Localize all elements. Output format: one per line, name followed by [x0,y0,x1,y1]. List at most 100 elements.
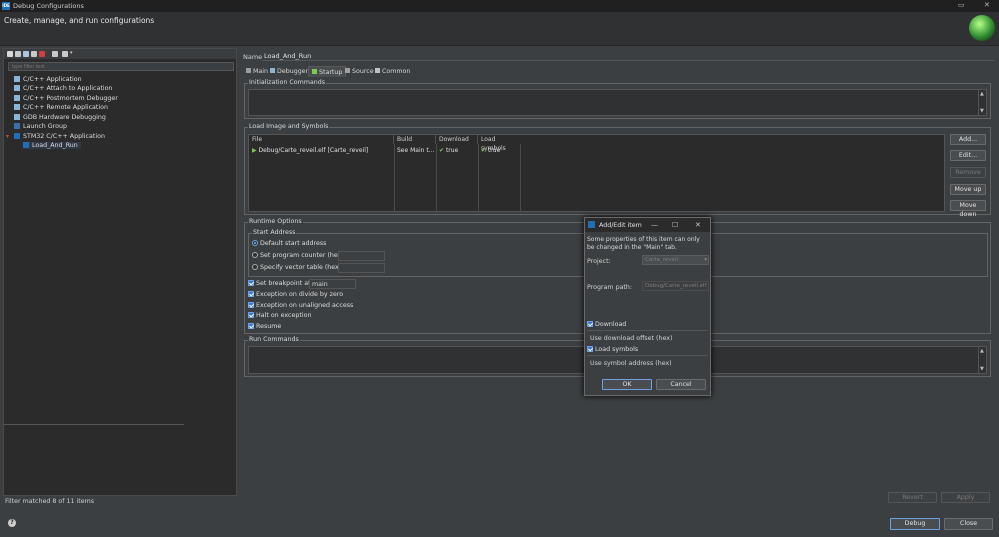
app-icon: IDE [2,2,10,10]
init-commands-textarea[interactable]: ▲ ▼ [248,89,987,116]
tree-item-gdb-hardware[interactable]: GDB Hardware Debugging [14,114,106,121]
stm32-launch-icon [23,142,29,148]
close-button[interactable]: Close [944,518,993,530]
tab-common[interactable]: Common [372,66,413,77]
name-input[interactable]: Load_And_Run [262,51,994,61]
load-symbols-checkbox[interactable]: Load symbols [587,346,638,353]
restore-icon[interactable]: ▭ [958,1,965,9]
export-icon[interactable] [23,51,29,57]
scroll-up-icon[interactable]: ▲ [980,348,984,354]
checkbox-checked-icon [248,302,254,308]
remove-button[interactable]: Remove [950,167,986,178]
checkbox-checked-icon [248,280,254,286]
apply-button[interactable]: Apply [941,492,990,503]
expand-arrow-icon[interactable]: ▾ [6,133,9,140]
radio-icon [252,252,258,258]
delete-icon[interactable] [39,51,45,57]
radio-icon [252,264,258,270]
startup-tab-icon [312,69,317,74]
edit-button[interactable]: Edit... [950,150,986,161]
col-build[interactable]: Build [394,135,436,144]
checkbox-label: Halt on exception [256,312,312,319]
new-config-icon[interactable] [7,51,13,57]
col-file[interactable]: File [249,135,394,144]
main-tab-icon [246,68,251,73]
program-path-label: Program path: [587,284,633,291]
program-counter-input[interactable] [338,251,385,261]
collapse-all-icon[interactable] [52,51,58,57]
runtime-options-label: Runtime Options [248,218,303,225]
row-file: ▶ Debug/Carte_reveil.elf [Carte_reveil] [249,146,394,155]
tree-toolbar: ▾ [4,49,236,59]
halt-exception-checkbox[interactable]: Halt on exception [248,312,311,319]
load-image-group: Load Image and Symbols File Build Downlo… [244,123,991,218]
exception-unaligned-checkbox[interactable]: Exception on unaligned access [248,302,353,309]
dialog-title: Add/Edit item [599,222,642,229]
download-checkbox[interactable]: Download [587,321,626,328]
tab-label: Source [352,68,374,75]
col-load-symbols[interactable]: Load symbols [478,135,520,152]
resume-checkbox[interactable]: Resume [248,323,281,330]
minimize-icon[interactable]: — [651,221,658,229]
radio-selected-icon [252,240,258,246]
tree-item-remote[interactable]: C/C++ Remote Application [14,104,108,111]
row-load-symbols: ✔ true [478,146,520,155]
help-icon[interactable]: ? [8,519,16,527]
tree-item-launch-group[interactable]: Launch Group [14,123,67,130]
vector-table-input[interactable] [338,263,385,273]
project-value: Carte_reveil [645,257,678,263]
source-tab-icon [345,68,350,73]
header-subtitle: Create, manage, and run configurations [4,16,155,25]
tree-item-label: C/C++ Remote Application [23,104,108,111]
cancel-button[interactable]: Cancel [656,379,706,390]
move-down-button[interactable]: Move down [950,200,986,218]
scroll-up-icon[interactable]: ▲ [980,91,984,97]
tab-label: Startup [319,69,343,76]
tree-item-attach[interactable]: C/C++ Attach to Application [14,85,112,92]
checkbox-label: Exception on unaligned access [256,302,354,309]
duplicate-icon[interactable] [31,51,37,57]
radio-vector-table[interactable]: Specify vector table (hex): [252,264,343,271]
init-commands-scrollbar[interactable]: ▲ ▼ [978,90,986,115]
new-prototype-icon[interactable] [15,51,21,57]
col-divider [520,144,521,212]
col-download[interactable]: Download [436,135,478,144]
dialog-close-icon[interactable]: ✕ [695,221,701,229]
project-field: Carte_reveil ▾ [642,255,709,265]
radio-default-start[interactable]: Default start address [252,240,326,247]
filter-icon[interactable] [62,51,68,57]
run-arrow-icon: ▶ [252,147,257,154]
set-breakpoint-checkbox[interactable]: Set breakpoint at: [248,280,313,287]
tree-item-load-and-run[interactable]: Load_And_Run [23,142,81,149]
tree-item-label: Launch Group [23,123,67,130]
view-menu-icon[interactable]: ▾ [70,50,74,56]
ok-button[interactable]: OK [602,379,652,390]
tab-startup[interactable]: Startup [308,66,347,77]
close-window-icon[interactable]: ✕ [984,1,990,9]
tree-item-stm32[interactable]: ▾ STM32 C/C++ Application [6,133,105,140]
stm32-config-icon [14,133,20,139]
scroll-down-icon[interactable]: ▼ [980,366,984,372]
move-up-button[interactable]: Move up [950,184,986,195]
scroll-down-icon[interactable]: ▼ [980,108,984,114]
revert-button[interactable]: Revert [888,492,937,503]
tree-item-label: C/C++ Attach to Application [23,85,113,92]
checkbox-checked-icon [248,323,254,329]
run-commands-scrollbar[interactable]: ▲ ▼ [978,347,986,373]
debug-logo-icon [969,15,995,41]
add-button[interactable]: Add... [950,134,986,145]
filter-input[interactable] [8,62,234,71]
radio-program-counter[interactable]: Set program counter (hex): [252,252,346,259]
maximize-icon[interactable]: ☐ [672,221,678,229]
tab-label: Common [382,68,411,75]
tree-item-label: GDB Hardware Debugging [23,114,106,121]
symbol-address-label: Use symbol address (hex) [590,360,672,367]
tree-item-postmortem[interactable]: C/C++ Postmortem Debugger [14,95,118,102]
tab-debugger[interactable]: Debugger [267,66,311,77]
configuration-tree-pane: ▾ C/C++ Application C/C++ Attach to Appl… [3,48,237,496]
breakpoint-input[interactable]: main [309,279,356,289]
radio-label: Default start address [260,240,327,247]
tree-item-cpp-application[interactable]: C/C++ Application [14,76,82,83]
debug-button[interactable]: Debug [890,518,940,530]
exception-divide-checkbox[interactable]: Exception on divide by zero [248,291,343,298]
